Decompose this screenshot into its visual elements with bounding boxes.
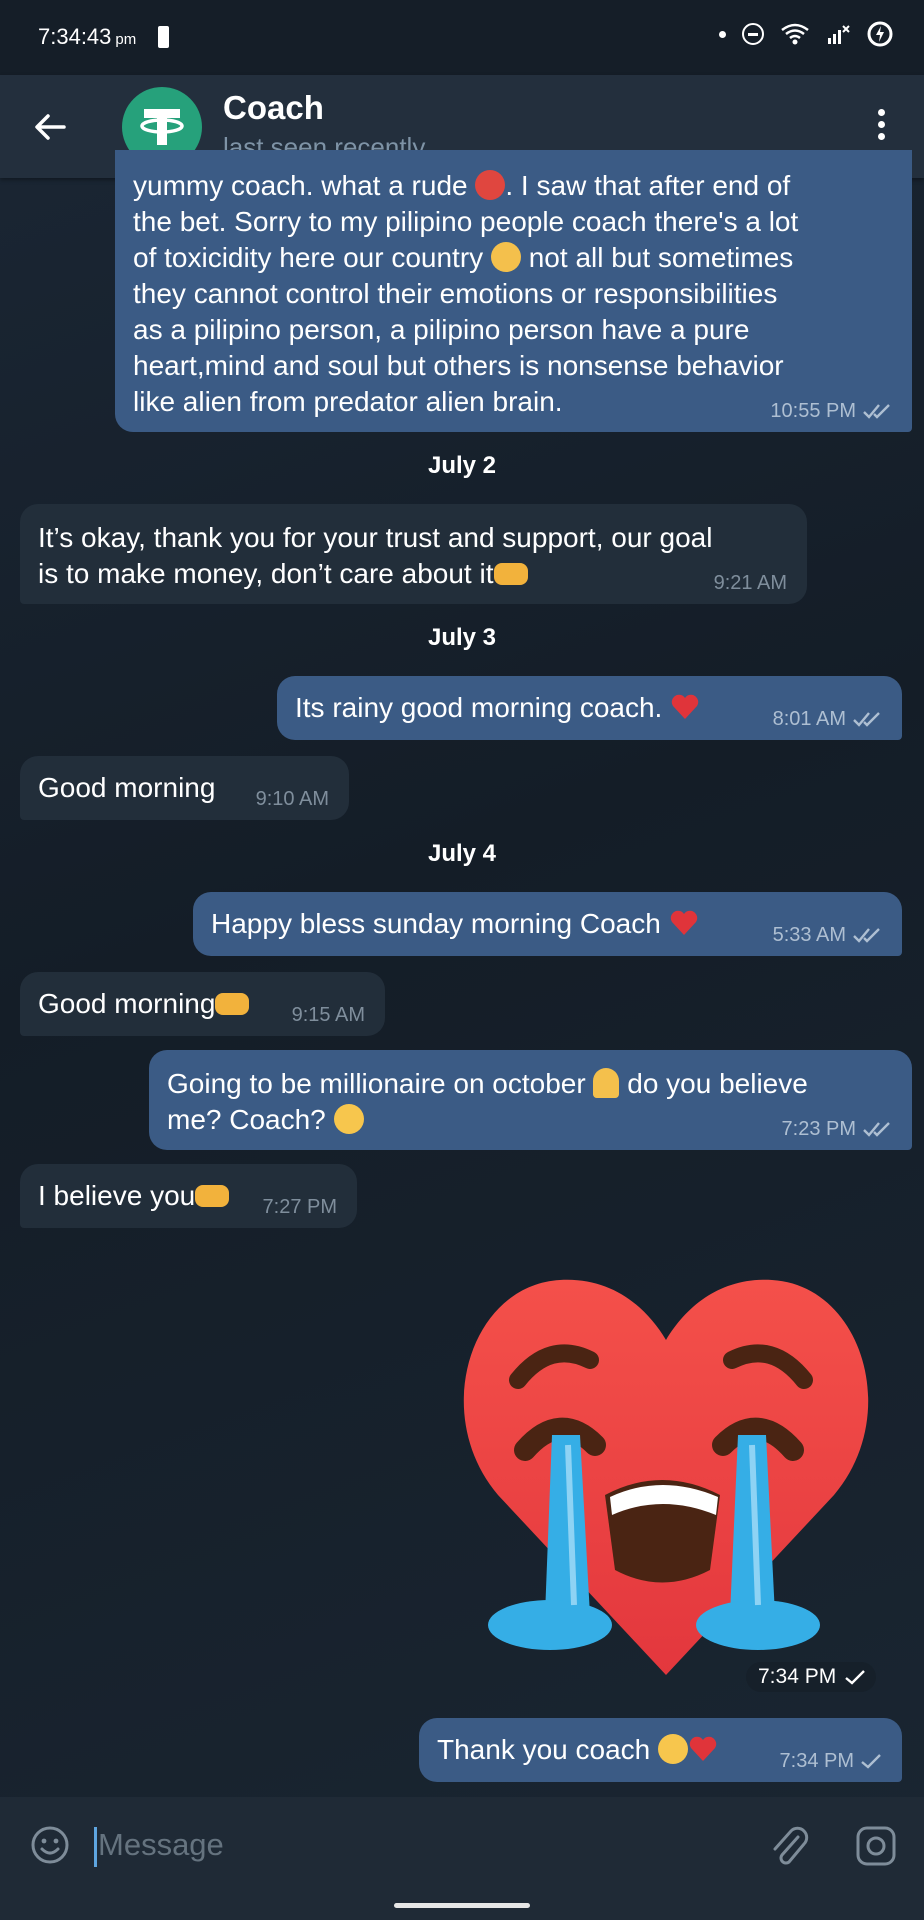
message-line: is to make money, don’t care about it [38, 556, 712, 592]
angry-face-emoji-icon [475, 170, 506, 200]
crying-heart-sticker-icon[interactable] [440, 1265, 880, 1685]
text-caret [94, 1827, 97, 1867]
incoming-message[interactable]: Good morning 9:15 AM [20, 972, 385, 1036]
message-text: Going to be millionaire on october [167, 1068, 586, 1099]
message-time: 7:27 PM [262, 1196, 337, 1218]
message-text: Its rainy good morning coach. [295, 692, 663, 723]
message-meta: 9:10 AM [256, 788, 329, 810]
message-line: yummy coach. what a rude . I saw that af… [133, 168, 798, 204]
double-check-icon [853, 928, 880, 943]
double-check-icon [863, 404, 890, 419]
battery-saver-icon [866, 20, 894, 48]
message-time: 8:01 AM [772, 708, 846, 730]
message-text: not all but sometimes [528, 242, 794, 273]
message-line: like alien from predator alien brain. [133, 386, 563, 417]
message-meta: 7:23 PM [782, 1118, 892, 1140]
status-icons [719, 20, 894, 48]
message-meta: 5:33 AM [773, 924, 882, 946]
home-indicator[interactable] [394, 1903, 530, 1908]
message-line: they cannot control their emotions or re… [133, 278, 778, 309]
camera-icon[interactable] [855, 1825, 897, 1867]
incoming-message[interactable]: It’s okay, thank you for your trust and … [20, 504, 807, 604]
do-not-disturb-icon [742, 23, 764, 45]
red-heart-emoji-icon [670, 910, 697, 935]
message-meta: 7:34 PM [780, 1750, 882, 1772]
message-time: 7:23 PM [781, 1118, 856, 1140]
outgoing-message[interactable]: yummy coach. what a rude . I saw that af… [115, 150, 912, 432]
date-separator: July 3 [427, 624, 497, 651]
incoming-message[interactable]: I believe you 7:27 PM [20, 1164, 357, 1228]
message-line: the bet. Sorry to my pilipino people coa… [133, 206, 799, 237]
handshake-emoji-icon [195, 1185, 230, 1207]
relieved-face-emoji-icon [490, 242, 521, 272]
message-text: yummy coach. what a rude [133, 170, 468, 201]
attachment-icon[interactable] [768, 1823, 810, 1869]
outgoing-message[interactable]: Its rainy good morning coach. 8:01 AM [277, 676, 902, 740]
message-text: of toxicidity here our country [133, 242, 484, 273]
red-heart-emoji-icon [671, 694, 699, 719]
contact-name[interactable]: Coach [223, 89, 324, 127]
status-bar: 7:34:43 pm [0, 0, 924, 75]
red-heart-emoji-icon [689, 1736, 717, 1761]
message-time: 10:55 PM [770, 400, 856, 422]
single-check-icon [845, 1670, 866, 1685]
emoji-icon[interactable] [30, 1825, 70, 1865]
signal-icon [826, 22, 850, 46]
date-separator: July 4 [427, 840, 497, 867]
status-ampm: pm [115, 31, 137, 48]
message-time: 9:21 AM [713, 572, 787, 594]
message-text: me? Coach? [167, 1104, 326, 1135]
sticker-meta: 7:34 PM [746, 1662, 877, 1692]
handshake-emoji-icon [493, 563, 528, 585]
message-text: is to make money, don’t care about it [38, 558, 494, 589]
message-text: do you believe [627, 1068, 808, 1099]
header-divider [0, 178, 924, 180]
message-line: me? Coach? [167, 1102, 808, 1138]
message-time: 7:34 PM [779, 1750, 854, 1772]
status-time: 7:34:43 pm [38, 24, 136, 50]
message-meta: 9:15 AM [292, 1004, 365, 1026]
message-text: Thank you coach [437, 1734, 651, 1765]
double-check-icon [863, 1122, 890, 1137]
message-time: 7:34 PM [758, 1665, 837, 1688]
pleading-face-emoji-icon [333, 1104, 364, 1134]
date-separator: July 2 [427, 452, 497, 479]
message-input[interactable]: Message [98, 1827, 224, 1863]
loudly-crying-face-emoji-icon [658, 1734, 689, 1764]
tether-logo-icon [140, 109, 184, 145]
outgoing-message[interactable]: Going to be millionaire on october do yo… [149, 1050, 912, 1150]
battery-icon [158, 26, 169, 48]
message-line: It’s okay, thank you for your trust and … [38, 522, 713, 553]
message-meta: 10:55 PM [770, 400, 892, 422]
message-meta: 7:27 PM [263, 1196, 337, 1218]
message-text: Good morning [38, 988, 216, 1019]
back-arrow-icon[interactable] [30, 107, 70, 147]
message-text: Good morning [38, 772, 216, 803]
message-text: I believe you [38, 1180, 196, 1211]
wifi-icon [780, 22, 810, 46]
gesture-navigation-bar [0, 1889, 924, 1920]
message-time: 9:10 AM [255, 788, 329, 810]
message-meta: 8:01 AM [773, 708, 882, 730]
handshake-emoji-icon [215, 993, 250, 1015]
outgoing-message[interactable]: Happy bless sunday morning Coach 5:33 AM [193, 892, 902, 956]
message-text: Happy bless sunday morning Coach [211, 908, 661, 939]
notification-dot-icon [719, 30, 726, 38]
message-line: of toxicidity here our country not all b… [133, 240, 798, 276]
double-check-icon [853, 712, 880, 727]
incoming-message[interactable]: Good morning 9:10 AM [20, 756, 349, 820]
outgoing-message[interactable]: Thank you coach 7:34 PM [419, 1718, 902, 1782]
message-time: 9:15 AM [291, 1004, 365, 1026]
message-line: heart,mind and soul but others is nonsen… [133, 350, 784, 381]
more-options-icon[interactable] [876, 109, 886, 145]
message-line: as a pilipino person, a pilipino person … [133, 314, 750, 345]
message-input-bar: Message [0, 1797, 924, 1889]
message-line: Going to be millionaire on october do yo… [167, 1066, 808, 1102]
message-time: 5:33 AM [772, 924, 846, 946]
single-check-icon [861, 1754, 881, 1769]
status-time-value: 7:34:43 [38, 24, 112, 49]
message-text: . I saw that after end of [505, 170, 791, 201]
message-meta: 9:21 AM [714, 572, 787, 594]
folded-hands-emoji-icon [593, 1068, 620, 1098]
